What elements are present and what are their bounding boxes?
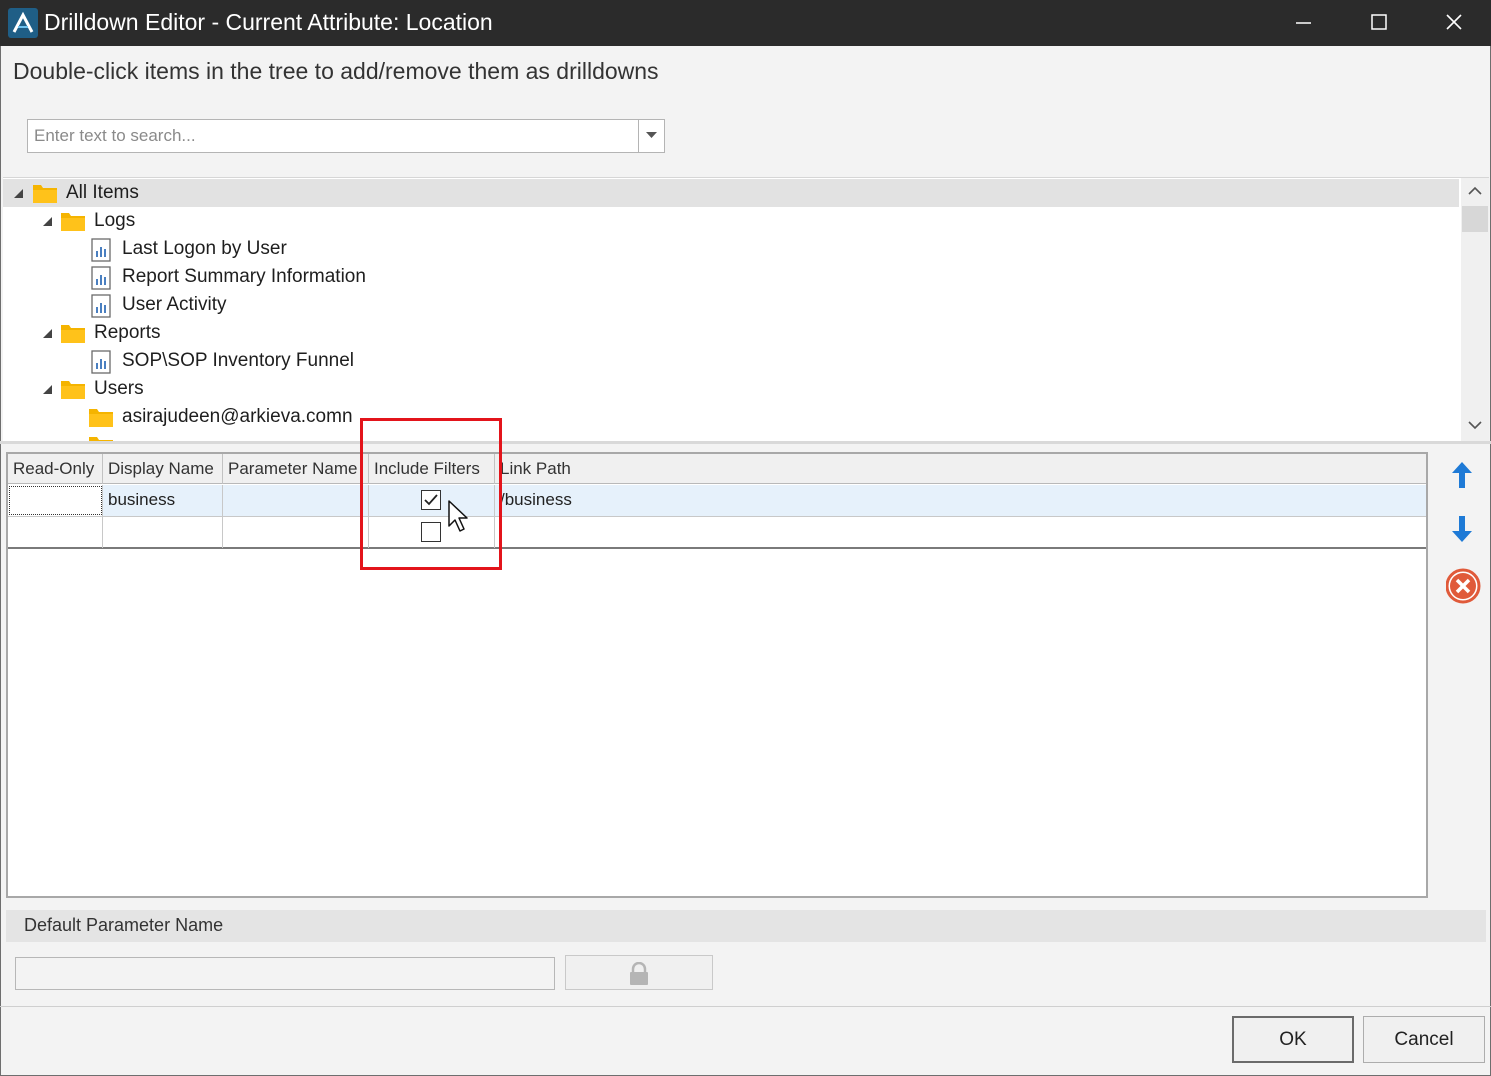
column-header-link-path[interactable]: Link Path	[495, 454, 1426, 484]
expanded-arrow-icon[interactable]	[14, 189, 23, 198]
scroll-down-icon[interactable]	[1468, 421, 1482, 430]
drilldown-grid[interactable]: Read-Only Display Name Parameter Name In…	[6, 452, 1428, 898]
folder-icon	[61, 213, 85, 231]
tree-item-label: Report Summary Information	[122, 266, 366, 287]
tree-item-all-items[interactable]: All Items	[3, 179, 1459, 207]
chevron-down-icon	[646, 132, 657, 138]
close-icon	[1446, 14, 1462, 30]
maximize-icon	[1371, 14, 1387, 30]
tree-item-reports[interactable]: Reports	[3, 319, 1459, 347]
delete-x-icon	[1446, 568, 1481, 604]
tree-item-user-folder[interactable]: asirajudeen@arkieva.comn	[3, 403, 1459, 431]
include-filters-checkbox-unchecked[interactable]	[421, 522, 441, 542]
arrow-down-icon	[1452, 516, 1472, 542]
tree-item-label: SOP\SOP Inventory Funnel	[122, 350, 354, 371]
scrollbar-thumb[interactable]	[1462, 206, 1488, 232]
mouse-cursor-icon	[448, 500, 468, 532]
folder-icon	[61, 325, 85, 343]
move-up-button[interactable]	[1446, 458, 1480, 492]
expanded-arrow-icon[interactable]	[43, 329, 52, 338]
report-icon	[91, 294, 111, 318]
tree-item-label: User Activity	[122, 294, 227, 315]
search-combobox[interactable]	[27, 119, 665, 153]
cell-read-only[interactable]	[8, 485, 103, 516]
folder-icon	[89, 437, 113, 441]
move-down-button[interactable]	[1446, 512, 1480, 546]
cell-link-path[interactable]	[495, 517, 1426, 548]
items-tree[interactable]: All Items Logs Last Logon by User Report…	[3, 177, 1489, 441]
footer-divider	[0, 1006, 1491, 1007]
default-parameter-header: Default Parameter Name	[6, 910, 1486, 942]
report-icon	[91, 266, 111, 290]
scroll-up-icon[interactable]	[1468, 186, 1482, 195]
tree-item-sop-inventory-funnel[interactable]: SOP\SOP Inventory Funnel	[3, 347, 1459, 375]
tree-item-partial[interactable]	[3, 431, 1459, 441]
lock-icon	[630, 962, 648, 985]
column-header-include-filters[interactable]: Include Filters	[369, 454, 495, 484]
folder-icon	[89, 409, 113, 427]
window-title: Drilldown Editor - Current Attribute: Lo…	[44, 9, 493, 35]
folder-icon	[61, 381, 85, 399]
table-row[interactable]	[8, 517, 1426, 549]
cell-include-filters[interactable]	[369, 517, 495, 548]
grid-header: Read-Only Display Name Parameter Name In…	[8, 454, 1426, 484]
tree-item-last-logon-by-user[interactable]: Last Logon by User	[3, 235, 1459, 263]
cell-include-filters[interactable]	[369, 485, 495, 516]
expanded-arrow-icon[interactable]	[43, 217, 52, 226]
panel-splitter[interactable]	[0, 441, 1491, 444]
delete-button[interactable]	[1446, 568, 1481, 604]
tree-item-label: Reports	[94, 322, 161, 343]
search-input[interactable]	[28, 120, 638, 152]
include-filters-checkbox-checked[interactable]	[421, 490, 441, 510]
tree-item-label: Last Logon by User	[122, 238, 287, 259]
column-header-parameter-name[interactable]: Parameter Name	[223, 454, 369, 484]
cell-read-only[interactable]	[8, 517, 103, 548]
cell-parameter-name[interactable]	[223, 517, 369, 548]
maximize-button[interactable]	[1341, 0, 1416, 46]
cell-display-name[interactable]: business	[103, 485, 223, 516]
column-header-read-only[interactable]: Read-Only	[8, 454, 103, 484]
column-header-display-name[interactable]: Display Name	[103, 454, 223, 484]
checkmark-icon	[424, 494, 438, 506]
tree-item-label: asirajudeen@arkieva.comn	[122, 406, 353, 427]
tree-item-label: Logs	[94, 210, 136, 231]
report-icon	[91, 350, 111, 374]
tree-item-logs[interactable]: Logs	[3, 207, 1459, 235]
minimize-button[interactable]	[1266, 0, 1341, 46]
title-bar: Drilldown Editor - Current Attribute: Lo…	[0, 0, 1491, 46]
minimize-icon	[1296, 22, 1311, 24]
cancel-button[interactable]: Cancel	[1363, 1016, 1485, 1063]
table-row[interactable]: business /business	[8, 485, 1426, 517]
tree-item-users[interactable]: Users	[3, 375, 1459, 403]
close-button[interactable]	[1416, 0, 1491, 46]
tree-item-label: Users	[94, 378, 144, 399]
default-parameter-input[interactable]	[15, 957, 555, 990]
tree-scrollbar[interactable]	[1461, 178, 1489, 441]
arrow-up-icon	[1452, 462, 1472, 488]
instruction-text: Double-click items in the tree to add/re…	[13, 58, 659, 84]
tree-item-label: All Items	[66, 182, 139, 203]
cell-parameter-name[interactable]	[223, 485, 369, 516]
app-logo-icon	[8, 8, 38, 38]
folder-icon	[33, 185, 57, 203]
search-dropdown-button[interactable]	[638, 120, 664, 152]
tree-item-user-activity[interactable]: User Activity	[3, 291, 1459, 319]
cell-display-name[interactable]	[103, 517, 223, 548]
lock-button[interactable]	[565, 955, 713, 990]
tree-item-report-summary-information[interactable]: Report Summary Information	[3, 263, 1459, 291]
report-icon	[91, 238, 111, 262]
ok-button[interactable]: OK	[1232, 1016, 1354, 1063]
expanded-arrow-icon[interactable]	[43, 385, 52, 394]
cell-link-path[interactable]: /business	[495, 485, 1426, 516]
